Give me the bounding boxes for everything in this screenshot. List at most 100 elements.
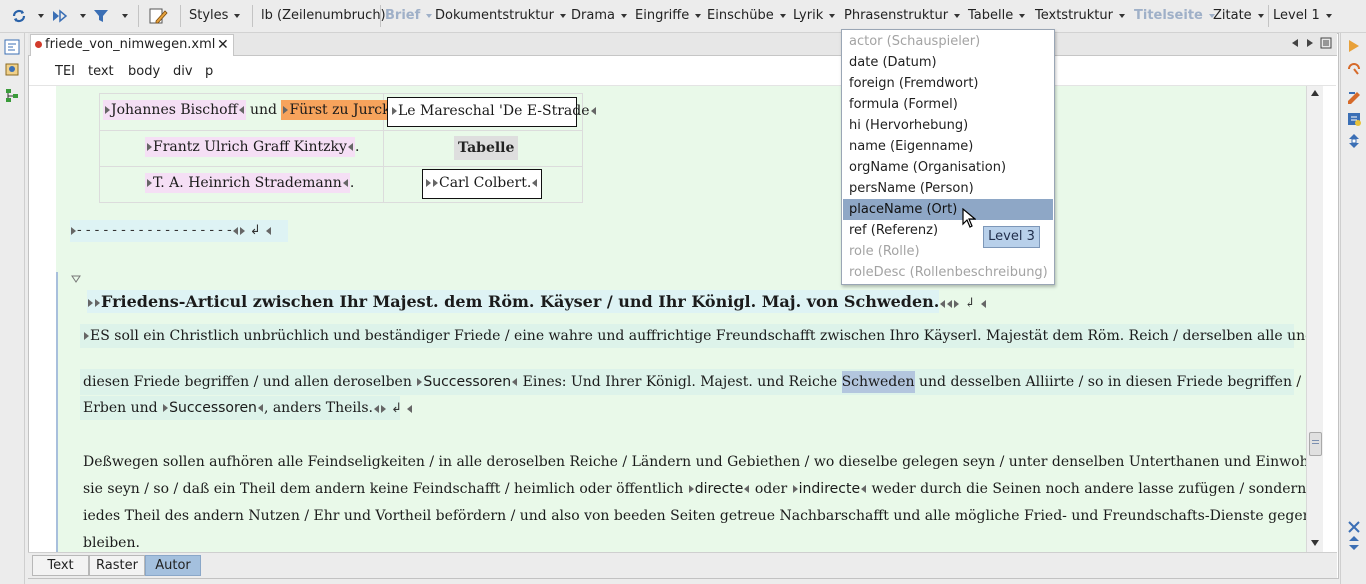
filter-icon[interactable] bbox=[92, 7, 110, 25]
toolbar-separator bbox=[138, 5, 139, 27]
chevron-down-icon[interactable] bbox=[122, 14, 128, 18]
persname-text: Carl Colbert bbox=[439, 175, 527, 191]
foreign-element[interactable]: indirecte bbox=[792, 481, 867, 497]
breadcrumb-item-tei[interactable]: TEI bbox=[55, 64, 75, 79]
table-row-divider bbox=[100, 130, 582, 131]
foreign-element[interactable]: Successoren bbox=[416, 374, 518, 390]
edit-document-icon[interactable] bbox=[148, 7, 170, 25]
tab-next-icon[interactable] bbox=[1305, 38, 1315, 48]
table-header-cell[interactable]: Tabelle bbox=[454, 136, 519, 160]
document-content[interactable]: Johannes Bischoff und Fürst zu Jurck. Le… bbox=[56, 86, 1306, 552]
model-view-icon[interactable] bbox=[1346, 61, 1362, 77]
elements-view-icon[interactable] bbox=[1346, 89, 1362, 105]
selected-text[interactable]: Schweden bbox=[841, 371, 915, 393]
outline-view-icon[interactable] bbox=[4, 39, 20, 55]
chevron-down-icon bbox=[620, 13, 627, 18]
mode-raster-button[interactable]: Raster bbox=[89, 555, 145, 576]
menu-item-placename[interactable]: placeName (Ort) bbox=[843, 199, 1053, 220]
persname-element[interactable]: T. A. Heinrich Strademann bbox=[145, 173, 350, 193]
breadcrumb-item-p[interactable]: p bbox=[205, 64, 213, 79]
chevron-down-icon bbox=[1325, 13, 1332, 18]
tag-start-marker-icon bbox=[381, 404, 387, 413]
persname-text: Frantz Ulrich Graff Kintzky bbox=[153, 139, 347, 155]
editor-tab-title: friede_von_nimwegen.xml bbox=[45, 37, 216, 52]
tab-prev-icon[interactable] bbox=[1290, 38, 1300, 48]
paragraph-text: sie seyn / so / daß ein Theil dem andern… bbox=[83, 481, 688, 497]
mode-text-button[interactable]: Text bbox=[32, 555, 89, 576]
right-side-panel bbox=[1340, 33, 1366, 584]
project-view-icon[interactable] bbox=[4, 61, 20, 77]
foreign-element[interactable]: directe bbox=[688, 481, 751, 497]
structure-tree-icon[interactable] bbox=[4, 87, 20, 103]
collapse-div-icon[interactable] bbox=[71, 275, 81, 283]
scroll-thumb[interactable] bbox=[1309, 432, 1322, 456]
tag-end-marker-icon bbox=[257, 404, 263, 412]
toolbar-dokumentstruktur-menu[interactable]: Dokumentstruktur bbox=[435, 7, 566, 25]
separator-line[interactable]: - - - - - - - - - - - - - - - - - - ↲ bbox=[70, 220, 288, 242]
toolbar-eingriffe-menu[interactable]: Eingriffe bbox=[635, 7, 702, 25]
toolbar-separator bbox=[180, 5, 181, 27]
breadcrumb-item-body[interactable]: body bbox=[128, 64, 160, 79]
foreign-element[interactable]: Successoren bbox=[162, 400, 264, 416]
transform-view-icon[interactable] bbox=[1346, 133, 1362, 149]
paragraph-text: weder durch die Seinen noch andere lasse… bbox=[871, 481, 1307, 497]
toolbar-textstruktur-menu[interactable]: Textstruktur bbox=[1035, 7, 1125, 25]
chevron-down-icon bbox=[954, 13, 961, 18]
editor-tab-friede[interactable]: friede_von_nimwegen.xml ✕ bbox=[30, 34, 234, 56]
paragraph-1-line-1[interactable]: ES soll ein Christlich unbrüchlich und b… bbox=[83, 325, 1306, 347]
paragraph-2-line-4[interactable]: bleiben. bbox=[83, 532, 140, 552]
toolbar-level-menu[interactable]: Level 1 bbox=[1273, 7, 1332, 25]
toolbar-zitate-menu[interactable]: Zitate bbox=[1213, 7, 1264, 25]
menu-item-persname[interactable]: persName (Person) bbox=[843, 178, 1053, 199]
persname-element-selected[interactable]: Fürst zu Jurck bbox=[281, 100, 399, 120]
split-editor-icon[interactable] bbox=[1346, 535, 1362, 551]
tab-list-icon[interactable] bbox=[1320, 37, 1332, 49]
toolbar-separator bbox=[252, 5, 253, 27]
scroll-up-icon[interactable] bbox=[1310, 89, 1320, 97]
chevron-down-icon[interactable] bbox=[38, 14, 44, 18]
tag-end-marker-icon bbox=[590, 107, 596, 115]
tag-start-marker-icon bbox=[426, 179, 431, 187]
chevron-down-icon bbox=[1118, 13, 1125, 18]
main-toolbar: Styles lb (Zeilenumbruch) Brief Dokument… bbox=[0, 0, 1366, 33]
menu-item-foreign[interactable]: foreign (Fremdwort) bbox=[843, 73, 1053, 94]
menu-item-hi[interactable]: hi (Hervorhebung) bbox=[843, 115, 1053, 136]
paragraph-2-line-1[interactable]: Deßwegen sollen aufhören alle Feindselig… bbox=[83, 451, 1306, 473]
menu-item-date[interactable]: date (Datum) bbox=[843, 52, 1053, 73]
persname-element[interactable]: Johannes Bischoff bbox=[103, 100, 246, 120]
table-cell-text: Le Mareschal 'De E-Strade bbox=[391, 100, 597, 122]
run-transformation-icon[interactable] bbox=[50, 7, 68, 25]
close-split-icon[interactable] bbox=[1346, 519, 1362, 535]
mode-autor-button[interactable]: Autor bbox=[145, 555, 201, 576]
paragraph-1-line-3[interactable]: Erben und Successoren , anders Theils. ↲ bbox=[83, 397, 413, 419]
breadcrumb-item-div[interactable]: div bbox=[173, 64, 193, 79]
document-heading[interactable]: Friedens-Articul zwischen Ihr Majest. de… bbox=[87, 289, 987, 315]
entities-view-icon[interactable] bbox=[1346, 111, 1362, 127]
paragraph-1-line-2[interactable]: diesen Friede begriffen / und allen dero… bbox=[83, 371, 1306, 393]
tag-end-marker-icon bbox=[940, 299, 946, 308]
close-tab-icon[interactable]: ✕ bbox=[217, 35, 229, 55]
attributes-view-icon[interactable] bbox=[1346, 38, 1362, 54]
paragraph-2-line-3[interactable]: iedes Theil des andern Nutzen / Ehr und … bbox=[83, 505, 1306, 527]
refresh-transform-icon[interactable] bbox=[10, 7, 28, 25]
persname-element[interactable]: Frantz Ulrich Graff Kintzky bbox=[145, 137, 355, 157]
paragraph-2-line-2[interactable]: sie seyn / so / daß ein Theil dem andern… bbox=[83, 478, 1306, 500]
toolbar-lb-button[interactable]: lb (Zeilenumbruch) bbox=[261, 7, 386, 25]
vertical-scrollbar[interactable] bbox=[1306, 86, 1323, 552]
toolbar-drama-menu[interactable]: Drama bbox=[571, 7, 627, 25]
menu-item-formula[interactable]: formula (Formel) bbox=[843, 94, 1053, 115]
breadcrumb-item-text[interactable]: text bbox=[88, 64, 114, 79]
scroll-down-icon[interactable] bbox=[1310, 539, 1320, 547]
tag-start-marker-icon bbox=[283, 106, 289, 114]
tag-end-marker-icon bbox=[947, 299, 953, 308]
toolbar-tabelle-menu[interactable]: Tabelle bbox=[968, 7, 1026, 25]
tag-end-marker-icon bbox=[861, 485, 867, 493]
chevron-down-icon[interactable] bbox=[80, 14, 86, 18]
left-side-panel bbox=[0, 33, 25, 584]
toolbar-lyrik-menu[interactable]: Lyrik bbox=[793, 7, 836, 25]
menu-item-name[interactable]: name (Eigenname) bbox=[843, 136, 1053, 157]
toolbar-styles-menu[interactable]: Styles bbox=[189, 7, 241, 25]
toolbar-phrasenstruktur-menu[interactable]: Phrasenstruktur bbox=[844, 7, 961, 25]
menu-item-orgname[interactable]: orgName (Organisation) bbox=[843, 157, 1053, 178]
toolbar-einschuebe-menu[interactable]: Einschübe bbox=[707, 7, 786, 25]
